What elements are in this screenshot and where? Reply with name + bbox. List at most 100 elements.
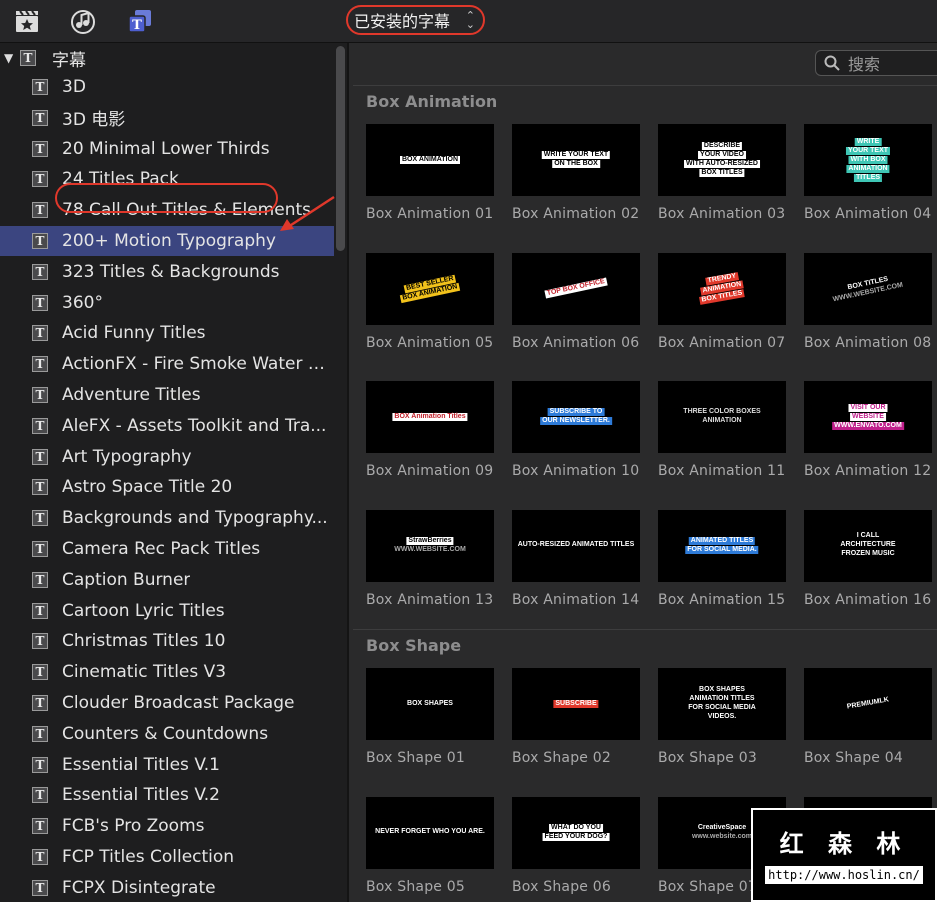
- sidebar-item-label: 78 Call Out Titles & Elements: [62, 200, 311, 221]
- template-caption: Box Shape 04: [804, 750, 903, 766]
- template-caption: Box Animation 05: [366, 334, 494, 351]
- title-template-tile[interactable]: ANIMATED TITLES FOR SOCIAL MEDIA. Box Anim…: [658, 509, 788, 608]
- sidebar-item[interactable]: T 24 Titles Pack: [0, 164, 334, 194]
- watermark-logo: 红 森 林: [779, 829, 909, 858]
- title-template-tile[interactable]: BOX SHAPES ANIMATION TITLES FOR SOCIAL MED…: [658, 668, 788, 766]
- title-template-tile[interactable]: BOX ANIMATION Box Animation 01: [366, 124, 496, 222]
- title-template-tile[interactable]: SUBSCRIBE Box Shape 02: [512, 668, 642, 766]
- sidebar-scrollbar[interactable]: [336, 46, 345, 251]
- title-template-tile[interactable]: THREE COLOR BOXES ANIMATION Box Animation …: [658, 381, 788, 479]
- sidebar-item[interactable]: T Acid Funny Titles: [0, 318, 334, 348]
- thumbnail-text: YOUR TEXT: [845, 146, 891, 155]
- title-template-tile[interactable]: DESCRIBE YOUR VIDEO WITH AUTO-RESIZED BOX T…: [658, 124, 788, 222]
- title-template-tile[interactable]: BEST SELLER BOX ANIMATION Box Animation 05: [366, 252, 496, 351]
- sidebar-item[interactable]: T 360°: [0, 288, 334, 318]
- sidebar-item[interactable]: T 3D: [0, 72, 334, 102]
- sidebar-item[interactable]: T Art Typography: [0, 442, 334, 472]
- sidebar-item[interactable]: T FCP Titles Collection: [0, 842, 334, 872]
- titles-icon[interactable]: T: [127, 8, 153, 34]
- disclosure-triangle-icon[interactable]: ▼: [4, 51, 13, 65]
- title-template-tile[interactable]: WRITE YOUR TEXT WITH BOX ANIMATION TITLES Box…: [804, 124, 934, 222]
- thumbnail-text: www.website.com: [691, 832, 753, 840]
- template-caption: Box Animation 08: [804, 334, 932, 351]
- sidebar-item[interactable]: T Backgrounds and Typography...: [0, 503, 334, 533]
- template-caption: Box Animation 10: [512, 463, 640, 479]
- thumbnail-text: VIDEOS.: [707, 713, 737, 720]
- thumbnail-text: WITH BOX: [848, 155, 888, 164]
- template-caption: Box Animation 06: [512, 334, 640, 351]
- sidebar-root-titles[interactable]: ▼ T 字幕: [0, 43, 334, 73]
- title-icon: T: [32, 510, 48, 527]
- template-caption: Box Animation 04: [804, 206, 932, 222]
- sidebar-item-label: ActionFX - Fire Smoke Water E...: [62, 354, 328, 375]
- title-icon: T: [32, 109, 48, 126]
- title-template-tile[interactable]: StrawBerries WWW.WEBSITE.COM Box Animation…: [366, 509, 496, 608]
- title-template-tile[interactable]: TRENDY ANIMATION BOX TITLES Box Animation 0…: [658, 252, 788, 351]
- sidebar-item[interactable]: T FCB's Pro Zooms: [0, 811, 334, 841]
- template-caption: Box Animation 14: [512, 591, 640, 608]
- sidebar-item[interactable]: T 78 Call Out Titles & Elements: [0, 195, 334, 225]
- sidebar-item[interactable]: T 3D 电影: [0, 103, 334, 133]
- thumbnail-text: THREE COLOR BOXES: [683, 408, 761, 415]
- template-caption: Box Animation 15: [658, 591, 786, 608]
- title-icon: T: [32, 448, 48, 465]
- sidebar-item[interactable]: T Cinematic Titles V3: [0, 657, 334, 687]
- search-field[interactable]: 搜索: [815, 50, 937, 76]
- sidebar-item[interactable]: T 200+ Motion Typography: [0, 226, 334, 256]
- sidebar-item[interactable]: T 20 Minimal Lower Thirds: [0, 134, 334, 164]
- template-thumbnail: BOX TITLES WWW.WEBSITE.COM: [804, 252, 932, 325]
- thumbnail-text: BOX SHAPES: [699, 686, 745, 693]
- thumbnail-text: I CALL: [856, 532, 880, 539]
- sidebar-item[interactable]: T Caption Burner: [0, 565, 334, 595]
- template-thumbnail: BOX SHAPES: [366, 668, 494, 740]
- template-thumbnail: BOX SHAPES ANIMATION TITLES FOR SOCIAL MED…: [658, 668, 786, 740]
- thumbnail-text: BOX TITLES: [699, 169, 745, 177]
- library-selector-dropdown[interactable]: 已安装的字幕 ⌃ ⌄: [346, 5, 485, 35]
- template-thumbnail: TRENDY ANIMATION BOX TITLES: [658, 252, 786, 325]
- title-template-tile[interactable]: AUTO-RESIZED ANIMATED TITLES Box Animatio…: [512, 509, 642, 608]
- sidebar-item[interactable]: T ActionFX - Fire Smoke Water E...: [0, 349, 334, 379]
- title-template-tile[interactable]: WRITE YOUR TEXT ON THE BOX Box Animation 0…: [512, 124, 642, 222]
- title-template-tile[interactable]: WHAT DO YOU FEED YOUR DOG? Box Shape 06: [512, 796, 642, 895]
- title-template-tile[interactable]: VISIT OUR WEBSITE WWW.ENVATO.COM Box Animat…: [804, 381, 934, 479]
- title-template-tile[interactable]: TOP BOX OFFICE Box Animation 06: [512, 252, 642, 351]
- sidebar-item[interactable]: T Essential Titles V.1: [0, 750, 334, 780]
- sidebar-item[interactable]: T Camera Rec Pack Titles: [0, 534, 334, 564]
- sidebar-item[interactable]: T Adventure Titles: [0, 380, 334, 410]
- title-template-tile[interactable]: SUBSCRIBE TO OUR NEWSLETTER. Box Animation…: [512, 381, 642, 479]
- thumbnail-text: FOR SOCIAL MEDIA: [688, 704, 756, 711]
- sidebar-item[interactable]: T Counters & Countdowns: [0, 719, 334, 749]
- title-template-tile[interactable]: I CALL ARCHITECTURE FROZEN MUSIC Box Animat…: [804, 509, 934, 608]
- title-template-tile[interactable]: BOX Animation Titles Box Animation 09: [366, 381, 496, 479]
- title-template-tile[interactable]: PREMIUMLK Box Shape 04: [804, 668, 934, 766]
- sidebar-item[interactable]: T Astro Space Title 20: [0, 472, 334, 502]
- thumbnail-text: WITH AUTO-RESIZED: [684, 160, 760, 168]
- sidebar-item[interactable]: T Clouder Broadcast Package: [0, 688, 334, 718]
- sidebar-item[interactable]: T Cartoon Lyric Titles: [0, 596, 334, 626]
- template-thumbnail: StrawBerries WWW.WEBSITE.COM: [366, 509, 494, 582]
- title-template-tile[interactable]: NEVER FORGET WHO YOU ARE. Box Shape 05: [366, 796, 496, 895]
- thumbnail-text: TOP BOX OFFICE: [544, 277, 608, 299]
- title-template-tile[interactable]: BOX SHAPES Box Shape 01: [366, 668, 496, 766]
- template-thumbnail: TOP BOX OFFICE: [512, 252, 640, 325]
- sidebar-item[interactable]: T FCPX Disintegrate: [0, 873, 334, 902]
- search-icon: [824, 55, 840, 71]
- sidebar-item[interactable]: T 323 Titles & Backgrounds: [0, 257, 334, 287]
- template-caption: Box Animation 12: [804, 463, 932, 479]
- browser-panel: 搜索 Box Animation BOX ANIMATION Box Animati…: [349, 43, 937, 902]
- library-selector-label: 已安装的字幕: [354, 12, 451, 31]
- template-caption: Box Animation 03: [658, 206, 786, 222]
- thumbnail-text: FEED YOUR DOG?: [542, 832, 610, 841]
- title-icon: T: [32, 541, 48, 557]
- title-icon: T: [32, 756, 48, 773]
- sidebar-item[interactable]: T AleFX - Assets Toolkit and Tra...: [0, 411, 334, 441]
- template-caption: Box Animation 07: [658, 334, 786, 351]
- sidebar-item[interactable]: T Essential Titles V.2: [0, 780, 334, 810]
- music-notes-icon[interactable]: [70, 8, 96, 34]
- title-template-tile[interactable]: BOX TITLES WWW.WEBSITE.COM Box Animation 0…: [804, 252, 934, 351]
- title-icon: T: [32, 818, 48, 835]
- sidebar-item[interactable]: T Christmas Titles 10: [0, 626, 334, 656]
- sidebar-item-label: Backgrounds and Typography...: [62, 508, 328, 529]
- sidebar-root-label: 字幕: [52, 50, 86, 71]
- clapper-star-icon[interactable]: [14, 8, 40, 34]
